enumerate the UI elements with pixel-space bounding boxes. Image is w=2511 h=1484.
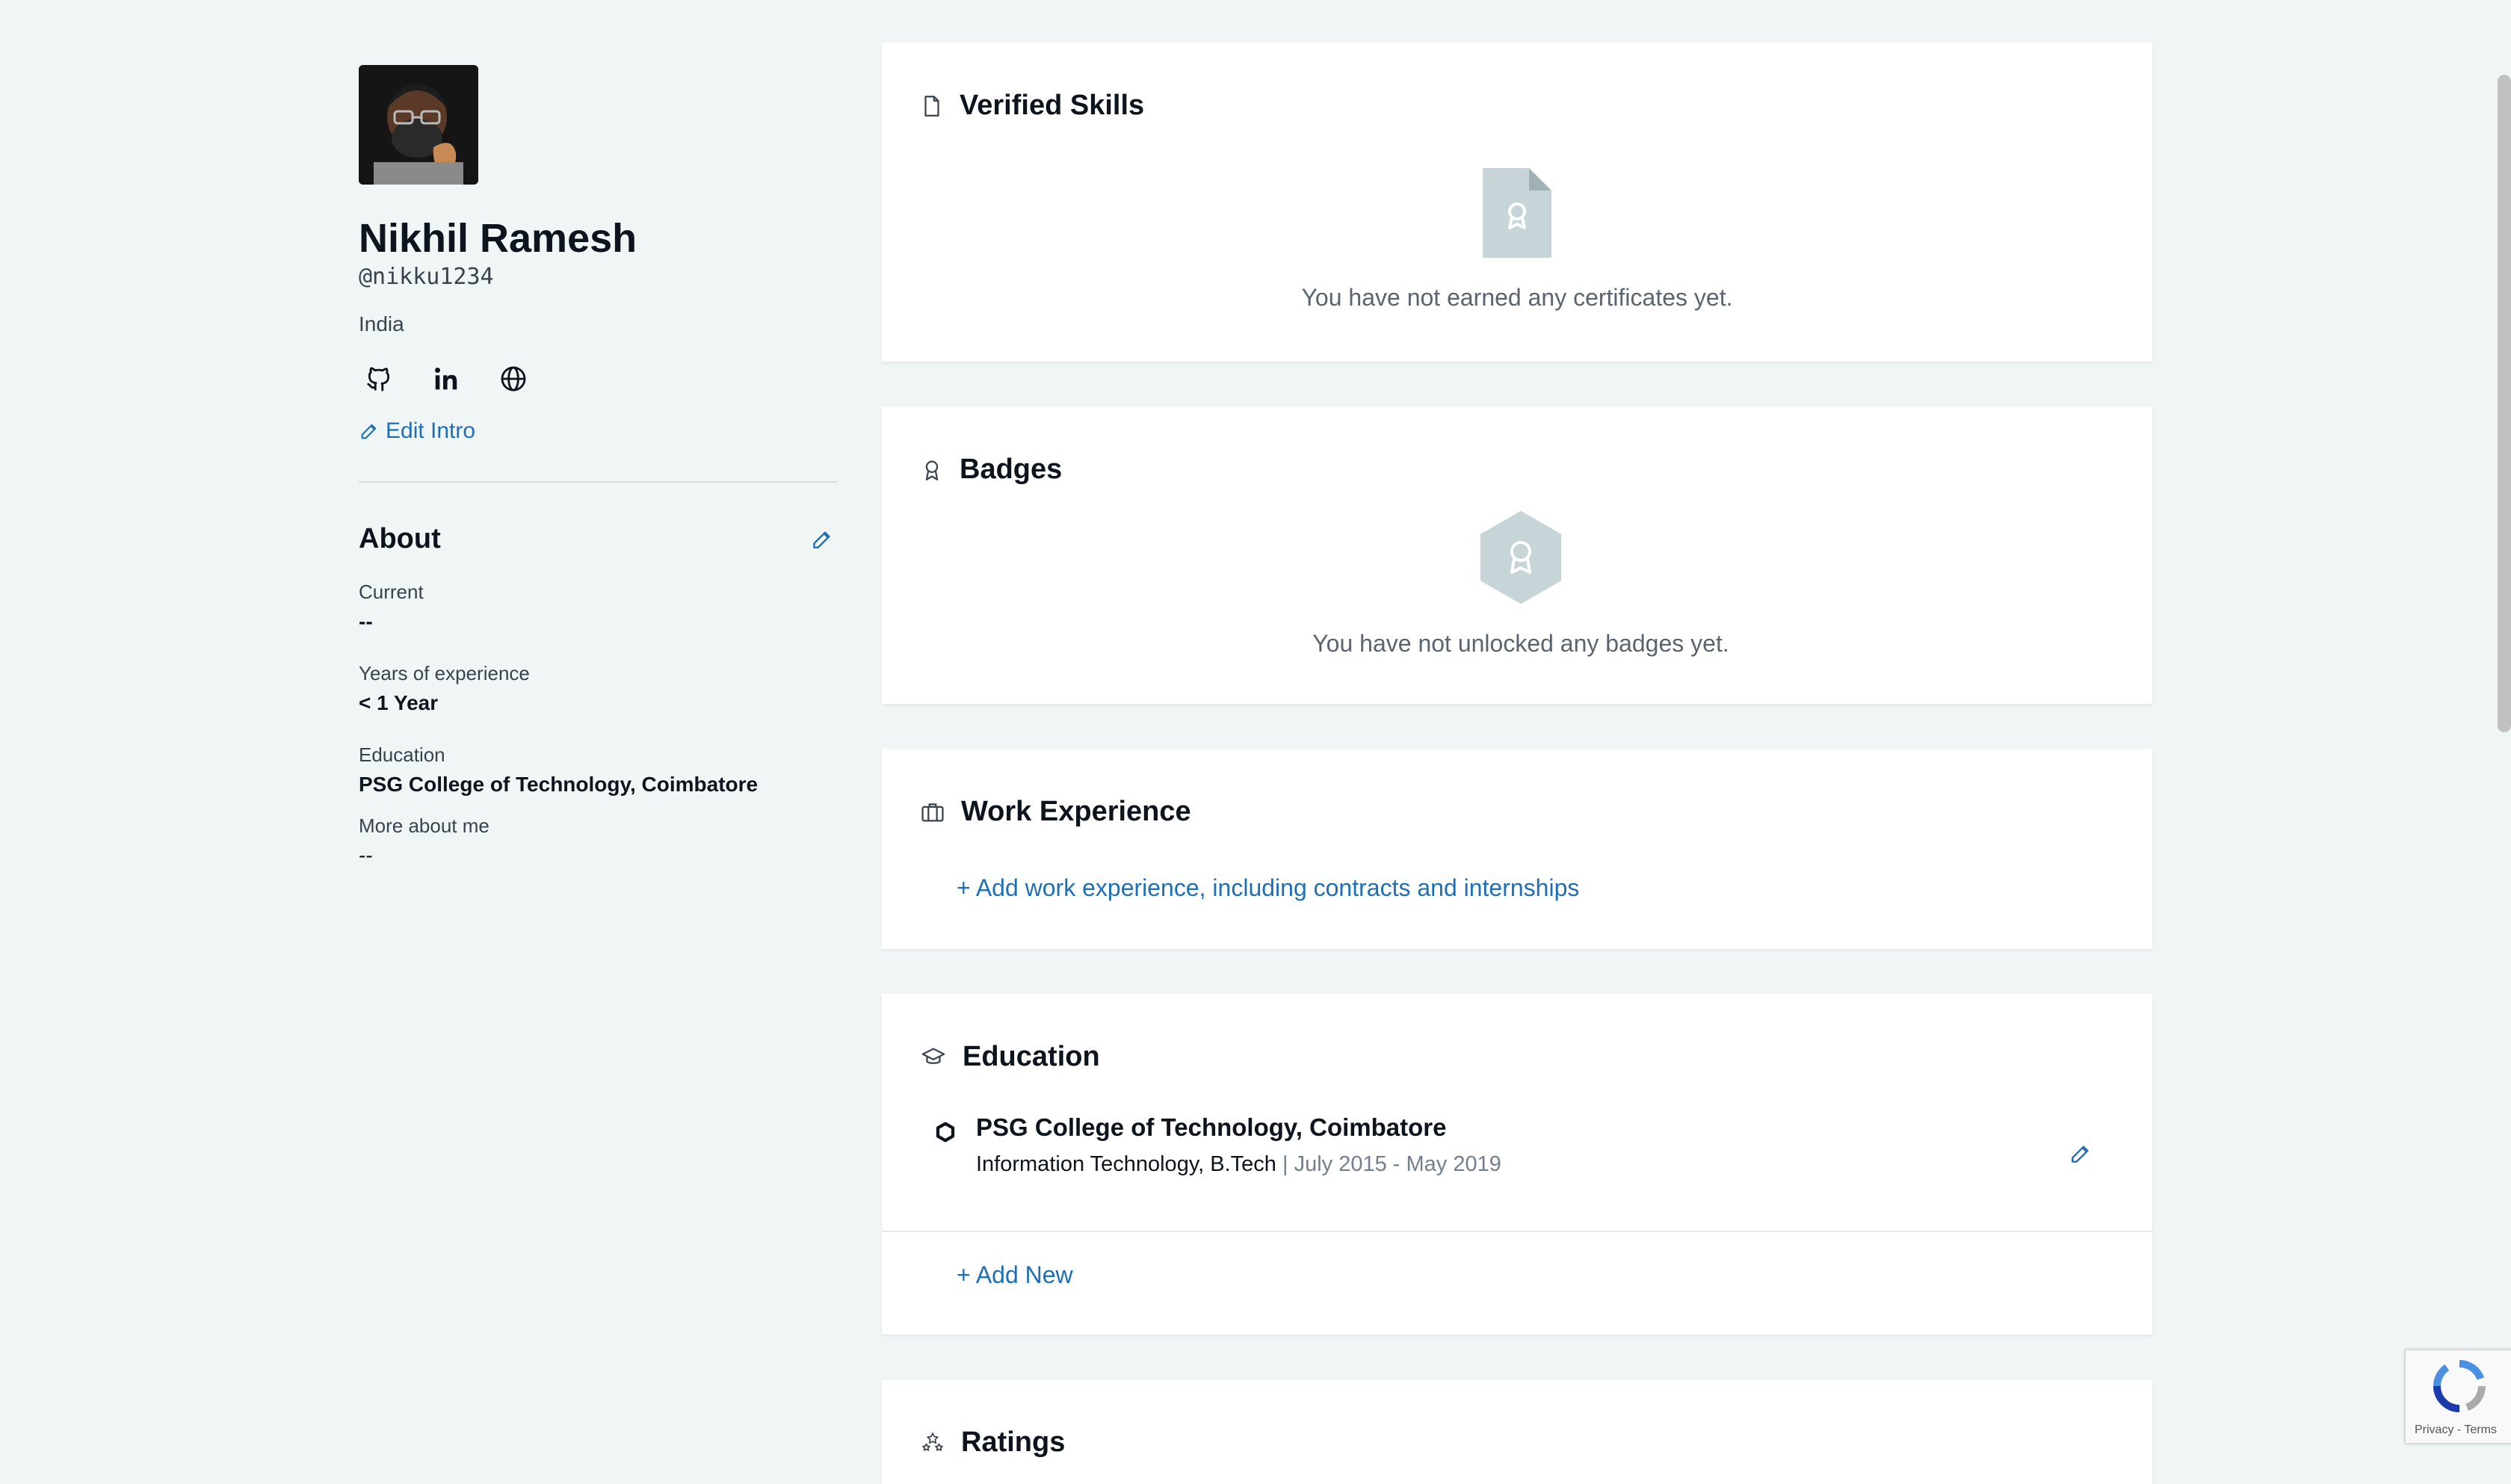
badges-card: Badges You have not unlocked any badges … (882, 406, 2152, 704)
linkedin-icon (435, 368, 457, 390)
field-label: Education (359, 743, 445, 766)
about-field-more: More about me -- (359, 814, 837, 868)
briefcase-icon (921, 803, 944, 821)
field-label: Years of experience (359, 662, 530, 684)
education-details: PSG College of Technology, Coimbatore In… (976, 1113, 2069, 1177)
edit-intro-label: Edit Intro (386, 418, 476, 443)
about-header: About (359, 523, 837, 555)
github-icon (367, 367, 390, 392)
card-header: Education (919, 1041, 1100, 1073)
field-value: -- (359, 610, 373, 633)
verified-skills-card: Verified Skills You have not earned any … (882, 43, 2152, 362)
badge-placeholder-icon (1480, 511, 1561, 604)
about-title: About (359, 523, 441, 554)
separator: | (1282, 1152, 1294, 1176)
ratings-card: Ratings (882, 1379, 2152, 1484)
empty-state: You have not unlocked any badges yet. (882, 511, 2152, 658)
badge-ribbon-icon (925, 460, 939, 480)
card-header: Badges (919, 454, 1062, 486)
work-experience-card: Work Experience + Add work experience, i… (882, 749, 2152, 949)
about-field-experience: Years of experience < 1 Year (359, 662, 837, 715)
field-value: -- (359, 844, 373, 867)
profile-sidebar: Nikhil Ramesh @nikku1234 India Edit Intr… (359, 65, 837, 868)
field-value: < 1 Year (359, 691, 439, 714)
edit-education-pencil-icon[interactable] (2069, 1142, 2092, 1166)
card-title: Verified Skills (960, 90, 1145, 121)
certificate-placeholder-icon (1483, 168, 1551, 258)
memoji-avatar-icon (359, 65, 478, 185)
recaptcha-links[interactable]: Privacy - Terms (2415, 1423, 2497, 1437)
profile-name: Nikhil Ramesh (359, 216, 637, 261)
field-label: More about me (359, 814, 489, 837)
about-field-current: Current -- (359, 581, 837, 634)
page-scrollbar[interactable] (2498, 75, 2511, 732)
card-title: Work Experience (961, 796, 1191, 827)
globe-icon (501, 366, 526, 392)
social-links (359, 360, 837, 398)
github-link[interactable] (359, 359, 399, 399)
add-work-experience-link[interactable]: + Add work experience, including contrac… (957, 874, 1579, 902)
education-dates: July 2015 - May 2019 (1294, 1152, 1501, 1176)
document-icon (924, 95, 939, 117)
card-title: Badges (960, 454, 1063, 485)
edit-intro-link[interactable]: Edit Intro (359, 418, 837, 444)
graduation-cap-icon (921, 1048, 945, 1064)
education-card: Education PSG College of Technology, Coi… (882, 994, 2152, 1335)
institution-hexagon-icon (936, 1122, 955, 1143)
card-header: Ratings (919, 1426, 1065, 1459)
card-header: Work Experience (919, 796, 1191, 828)
empty-text: You have not earned any certificates yet… (1301, 284, 1733, 311)
field-label: Current (359, 581, 424, 603)
avatar[interactable] (359, 65, 478, 185)
add-education-link[interactable]: + Add New (957, 1261, 1073, 1289)
profile-handle: @nikku1234 (359, 264, 494, 290)
education-school: PSG College of Technology, Coimbatore (976, 1113, 1447, 1141)
education-degree: Information Technology, B.Tech (976, 1152, 1276, 1176)
education-item: PSG College of Technology, Coimbatore In… (934, 1113, 2092, 1177)
card-title: Ratings (961, 1426, 1066, 1458)
about-field-education: Education PSG College of Technology, Coi… (359, 743, 837, 797)
recaptcha-icon (2433, 1359, 2486, 1412)
card-header: Verified Skills (919, 90, 1144, 122)
recaptcha-badge[interactable]: Privacy - Terms (2405, 1349, 2511, 1444)
field-value: PSG College of Technology, Coimbatore (359, 773, 759, 796)
pencil-icon (361, 424, 377, 439)
website-link[interactable] (493, 359, 534, 399)
profile-country: India (359, 312, 404, 336)
ratings-stars-icon (922, 1432, 943, 1451)
empty-state: You have not earned any certificates yet… (882, 168, 2152, 312)
divider (882, 1231, 2152, 1232)
empty-text: You have not unlocked any badges yet. (1312, 630, 1729, 657)
edit-about-pencil-icon[interactable] (810, 528, 834, 551)
education-degree-line: Information Technology, B.Tech | July 20… (976, 1152, 2069, 1177)
card-title: Education (963, 1041, 1100, 1072)
linkedin-link[interactable] (426, 359, 466, 399)
divider (359, 481, 837, 483)
